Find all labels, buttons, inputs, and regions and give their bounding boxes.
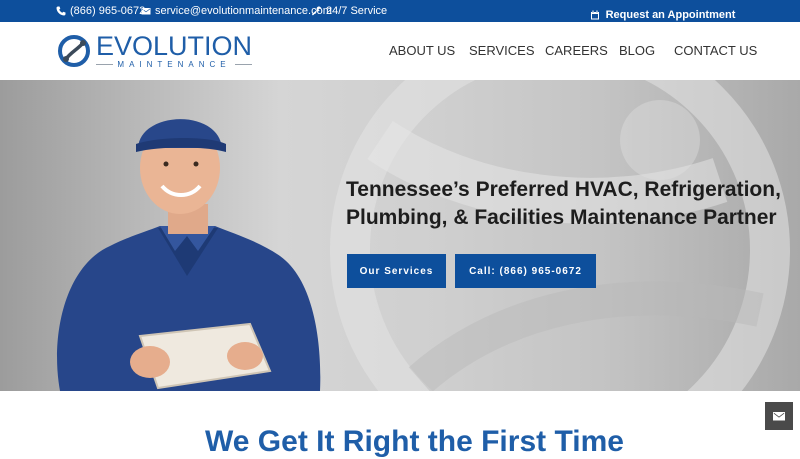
hero-headline-line-1: Tennessee’s Preferred HVAC, Refrigeratio… (346, 178, 781, 201)
hero-headline-line-2: Plumbing, & Facilities Maintenance Partn… (346, 206, 777, 229)
nav-contact-us[interactable]: CONTACT US (674, 43, 757, 58)
our-services-label: Our Services (359, 265, 434, 277)
evolution-logo-icon (58, 34, 90, 67)
technician-photo (57, 119, 321, 391)
call-button[interactable]: Call: (866) 965-0672 (455, 254, 596, 288)
wrench-icon (312, 6, 322, 16)
site-header: EVOLUTION MAINTENANCE ABOUT US SERVICES … (0, 22, 800, 80)
envelope-icon (141, 8, 151, 15)
topbar-phone-link[interactable]: (866) 965-0672 (56, 5, 145, 17)
section-title: We Get It Right the First Time (205, 425, 624, 458)
tagline-divider-left (96, 64, 114, 65)
tagline-divider-right (234, 64, 253, 65)
hero-banner: Tennessee’s Preferred HVAC, Refrigeratio… (0, 80, 800, 391)
calendar-icon (590, 10, 599, 20)
mail-icon (773, 412, 785, 421)
contact-mail-button[interactable] (765, 402, 793, 430)
call-label: Call: (866) 965-0672 (469, 265, 582, 277)
logo-wordmark: EVOLUTION (96, 31, 253, 61)
topbar-phone-text: (866) 965-0672 (70, 5, 146, 17)
nav-blog[interactable]: BLOG (619, 43, 655, 58)
topbar-email-link[interactable]: service@evolutionmaintenance.com (141, 5, 332, 17)
logo-tagline: MAINTENANCE (117, 60, 231, 69)
topbar-service-link[interactable]: 24/7 Service (312, 5, 387, 17)
nav-careers[interactable]: CAREERS (545, 43, 608, 58)
topbar-service-text: 24/7 Service (326, 5, 388, 17)
site-logo[interactable]: EVOLUTION MAINTENANCE (56, 31, 253, 69)
our-services-button[interactable]: Our Services (347, 254, 446, 288)
nav-about-us[interactable]: ABOUT US (389, 43, 455, 58)
hero-headline: Tennessee’s Preferred HVAC, Refrigeratio… (346, 176, 796, 232)
topbar-email-text: service@evolutionmaintenance.com (155, 5, 332, 17)
phone-icon (56, 6, 66, 16)
nav-services[interactable]: SERVICES (469, 43, 535, 58)
request-appointment-label: Request an Appointment (605, 9, 736, 21)
logo-tagline-row: MAINTENANCE (96, 60, 253, 69)
